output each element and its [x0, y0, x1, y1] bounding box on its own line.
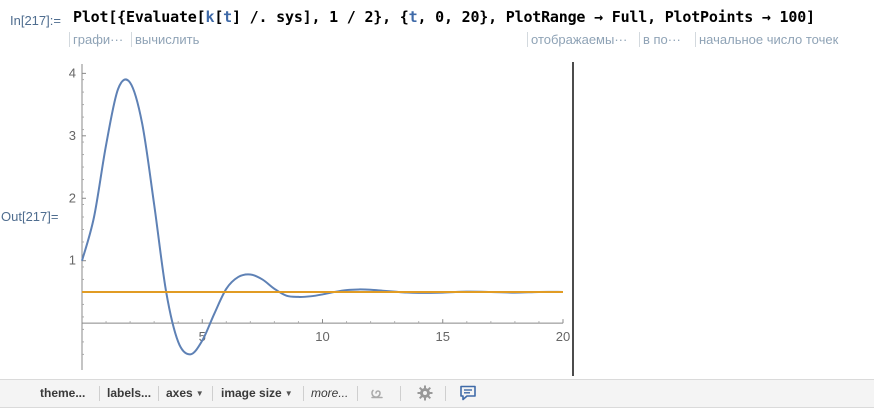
code-token: , 0, 20}, PlotRange → Full, PlotPoints →…	[417, 8, 815, 26]
spiral-icon[interactable]	[369, 384, 387, 402]
x-tick-label: 10	[315, 329, 329, 344]
hint-full: в по···	[639, 32, 681, 47]
theme-button[interactable]: theme...	[34, 380, 91, 407]
input-code[interactable]: Plot[{Evaluate[k[t] /. sys], 1 / 2}, {t,…	[73, 8, 815, 26]
toolbar-divider	[445, 386, 446, 401]
code-token: ] /. sys], 1 / 2}, {	[232, 8, 409, 26]
hint-plotrange: отображаемы···	[527, 32, 627, 47]
x-tick-label: 20	[556, 329, 570, 344]
toolbar-divider	[357, 386, 358, 401]
toolbar-divider	[212, 386, 213, 401]
y-tick-label: 4	[69, 65, 76, 80]
caret-down-icon: ▼	[195, 389, 204, 398]
image-size-button[interactable]: image size ▼	[215, 380, 299, 407]
caret-down-icon: ▼	[284, 389, 293, 398]
axes-label: axes	[166, 386, 193, 400]
code-token: t	[223, 8, 232, 26]
series-line-k	[81, 78, 564, 356]
x-tick-label: 15	[436, 329, 450, 344]
hint-plot: графи···	[69, 32, 123, 47]
hint-plotpoints: начальное число точек	[695, 32, 838, 47]
code-token: k	[205, 8, 215, 26]
y-tick-label: 2	[69, 190, 76, 205]
toolbar-divider	[303, 386, 304, 401]
input-label: In[217]:=	[10, 13, 61, 28]
toolbar-divider	[99, 386, 100, 401]
axes-button[interactable]: axes ▼	[160, 380, 210, 407]
suggestions-bar: theme... labels... axes ▼ image size ▼ mor…	[0, 379, 874, 408]
comment-icon[interactable]	[459, 384, 477, 402]
image-size-label: image size	[221, 386, 282, 400]
output-label: Out[217]=	[1, 209, 59, 224]
labels-button[interactable]: labels...	[101, 380, 157, 407]
more-button[interactable]: more...	[305, 380, 354, 407]
hint-evaluate: вычислить	[131, 32, 199, 47]
code-token: Plot[{Evaluate[	[73, 8, 206, 26]
toolbar-divider	[400, 386, 401, 401]
plot-graphic[interactable]: 5 10 15 201234	[62, 58, 577, 376]
y-tick-label: 3	[69, 128, 76, 143]
gear-icon[interactable]	[416, 384, 434, 402]
code-token: [	[214, 8, 224, 26]
y-tick-label: 1	[69, 253, 76, 268]
toolbar-divider	[158, 386, 159, 401]
